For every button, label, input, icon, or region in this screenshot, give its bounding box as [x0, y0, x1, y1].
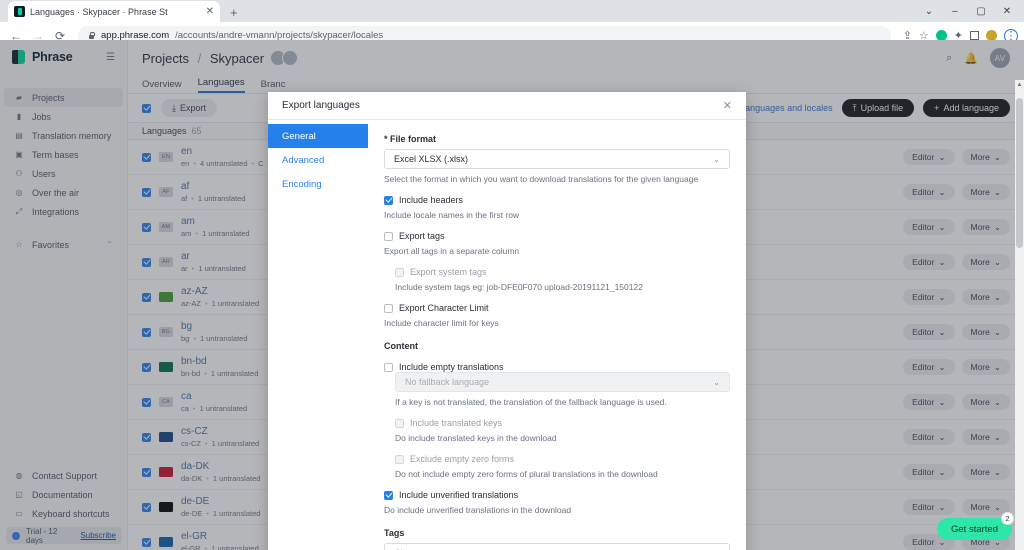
modal-nav-general[interactable]: General — [268, 124, 368, 148]
option-row[interactable]: Export tags — [384, 231, 730, 241]
file-format-select[interactable]: Excel XLSX (.xlsx) ⌄ — [384, 149, 730, 169]
option-label: Export Character Limit — [399, 303, 489, 313]
content-options: Include empty translations — [384, 362, 730, 372]
export-languages-modal: Export languages ✕ General Advanced Enco… — [268, 92, 746, 550]
option-checkbox — [395, 454, 404, 464]
window-close-button[interactable]: ✕ — [994, 0, 1020, 22]
modal-nav-advanced[interactable]: Advanced — [268, 148, 368, 172]
maximize-button[interactable]: ▢ — [968, 0, 994, 22]
new-tab-button[interactable]: + — [220, 5, 248, 22]
modal-main: * File format Excel XLSX (.xlsx) ⌄ Selec… — [368, 120, 746, 550]
option-help: Export all tags in a separate column — [384, 246, 520, 256]
option-checkbox[interactable] — [384, 231, 393, 241]
modal-title: Export languages — [282, 100, 360, 111]
option-row[interactable]: Include translated keys — [395, 418, 730, 428]
option-label: Export tags — [399, 231, 445, 241]
file-format-label: * File format — [384, 134, 730, 144]
option-row[interactable]: Include headers — [384, 195, 730, 205]
option-checkbox — [395, 418, 404, 428]
option-label: Export system tags — [410, 267, 487, 277]
get-started-button[interactable]: Get started 2 — [937, 512, 1014, 540]
option-help: Include character limit for keys — [384, 318, 499, 328]
export-options: Include headers Include locale names in t… — [384, 195, 730, 328]
option-row[interactable]: Export system tags — [395, 267, 730, 277]
option-checkbox[interactable] — [384, 362, 393, 372]
option-row[interactable]: Export Character Limit — [384, 303, 730, 313]
tags-label: Tags — [384, 528, 405, 538]
modal-nav-encoding[interactable]: Encoding — [268, 172, 368, 196]
get-started-label: Get started — [951, 523, 998, 535]
option-label: Exclude empty zero forms — [410, 454, 515, 464]
option-row[interactable]: Include empty translations — [384, 362, 730, 372]
browser-tab[interactable]: Languages · Skypacer · Phrase St ✕ — [8, 1, 220, 22]
option-row[interactable]: Include unverified translations — [384, 490, 730, 500]
page-content: Phrase ☰ ▰ Projects ▮ Jobs ▤ Translation… — [0, 40, 1024, 550]
modal-header: Export languages ✕ — [268, 92, 746, 120]
close-icon[interactable]: ✕ — [723, 99, 732, 112]
required-marker: * — [384, 134, 388, 144]
option-help: Include system tags eg: job-DFE0F070 upl… — [395, 282, 643, 292]
minimize-button[interactable]: – — [942, 0, 968, 22]
option-help: Do not include empty zero forms of plura… — [395, 469, 658, 479]
option-row[interactable]: Exclude empty zero forms — [395, 454, 730, 464]
phrase-favicon-icon — [14, 6, 25, 17]
lock-icon — [88, 32, 95, 40]
chevron-down-icon: ⌄ — [713, 154, 720, 164]
file-format-help: Select the format in which you want to d… — [384, 174, 699, 184]
content-heading: Content — [384, 341, 418, 351]
browser-tab-title: Languages · Skypacer · Phrase St — [30, 6, 168, 17]
browser-window: Languages · Skypacer · Phrase St ✕ + ⌄ –… — [0, 0, 1024, 550]
get-started-badge: 2 — [1001, 512, 1014, 525]
option-checkbox[interactable] — [384, 195, 393, 205]
extension-square-icon[interactable] — [970, 31, 979, 40]
chevron-down-icon: ⌄ — [713, 377, 720, 387]
fallback-language-placeholder: No fallback language — [405, 377, 490, 387]
file-format-label-text: File format — [390, 134, 437, 144]
page-scrollbar[interactable]: ▲ ▼ — [1015, 80, 1024, 550]
option-checkbox — [395, 267, 404, 277]
browser-tabstrip: Languages · Skypacer · Phrase St ✕ + ⌄ –… — [0, 0, 1024, 22]
option-label: Include translated keys — [410, 418, 503, 428]
modal-body: General Advanced Encoding * File format … — [268, 120, 746, 550]
close-icon[interactable]: ✕ — [206, 6, 214, 17]
file-format-value: Excel XLSX (.xlsx) — [394, 154, 469, 164]
fallback-language-select[interactable]: No fallback language ⌄ — [395, 372, 730, 392]
content-options-2: Include translated keys Do include transl… — [384, 418, 730, 515]
fallback-language-help: If a key is not translated, the translat… — [395, 397, 667, 407]
option-help: Do include unverified translations in th… — [384, 505, 572, 515]
option-checkbox[interactable] — [384, 303, 393, 313]
chevron-down-icon[interactable]: ⌄ — [916, 0, 942, 22]
scroll-up-arrow[interactable]: ▲ — [1015, 80, 1024, 90]
option-label: Include empty translations — [399, 362, 504, 372]
window-controls: ⌄ – ▢ ✕ — [916, 0, 1020, 22]
modal-nav: General Advanced Encoding — [268, 120, 368, 550]
option-help: Do include translated keys in the downlo… — [395, 433, 557, 443]
tags-input[interactable]: Choose tags — [384, 543, 730, 550]
option-help: Include locale names in the first row — [384, 210, 520, 220]
option-label: Include headers — [399, 195, 464, 205]
option-checkbox[interactable] — [384, 490, 393, 500]
scrollbar-thumb[interactable] — [1016, 98, 1023, 248]
option-label: Include unverified translations — [399, 490, 519, 500]
